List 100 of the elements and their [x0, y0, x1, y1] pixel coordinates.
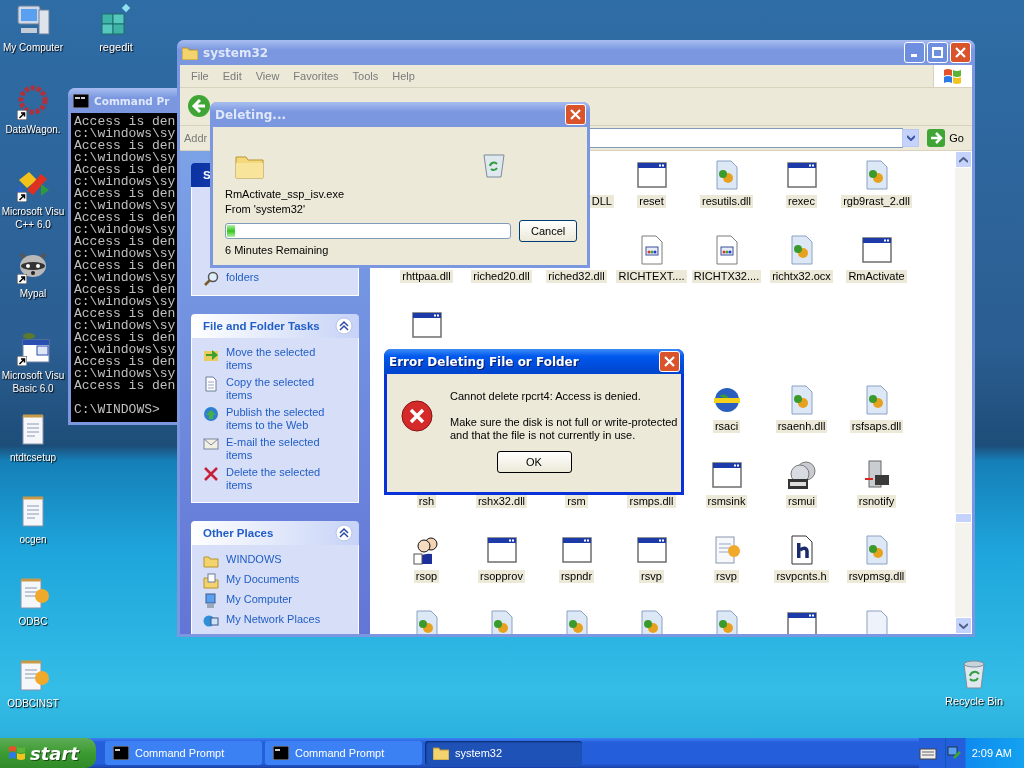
close-button[interactable]	[565, 104, 586, 125]
file-name[interactable]: rsaenh.dll	[775, 420, 828, 433]
console-line: c:\windows\sy	[74, 272, 177, 284]
desktop-icon-label[interactable]: Mypal	[19, 287, 47, 300]
file-name[interactable]: rsmsink	[705, 495, 748, 508]
panel-header[interactable]: Other Places	[191, 521, 359, 545]
desktop-icon-label[interactable]: Microsoft Visu C++ 6.0	[1, 205, 65, 231]
minimize-button[interactable]	[904, 42, 925, 63]
dropdown-button[interactable]	[902, 129, 920, 147]
file-name[interactable]: rshx32.dll	[475, 495, 528, 508]
file-name[interactable]: rsaci	[712, 420, 741, 433]
address-field[interactable]	[588, 128, 904, 148]
menu-item[interactable]: Tools	[345, 67, 386, 85]
back-button[interactable]	[186, 93, 212, 120]
console-line: Access is den	[74, 260, 177, 272]
task-link[interactable]: Move the selected items	[226, 346, 338, 372]
file-name[interactable]: RICHTEXT....	[616, 270, 687, 283]
scroll-down-button[interactable]	[955, 617, 972, 634]
task-link[interactable]: My Network Places	[226, 613, 338, 626]
close-button[interactable]	[950, 42, 971, 63]
task-link[interactable]: E-mail the selected items	[226, 436, 338, 462]
file-name[interactable]: rgb9rast_2.dll	[841, 195, 912, 208]
scroll-thumb[interactable]	[955, 513, 972, 523]
task-link[interactable]: My Computer	[226, 593, 338, 606]
task-link[interactable]: Delete the selected items	[226, 466, 338, 492]
file-name[interactable]: RICHTX32....	[691, 270, 762, 283]
taskbar-button[interactable]: Command Prompt	[105, 741, 262, 765]
file-name[interactable]: rsh	[416, 495, 437, 508]
file-name[interactable]: RmActivate	[846, 270, 907, 283]
menu-item[interactable]: File	[184, 67, 216, 85]
source-folder: From 'system32'	[225, 202, 306, 217]
dialog-title: Error Deleting File or Folder	[389, 354, 579, 369]
window-icon	[635, 534, 668, 566]
file-name[interactable]: rsnotify	[856, 495, 897, 508]
console-line: c:\windows\sy	[74, 296, 177, 308]
file-name[interactable]: rsmui	[786, 495, 817, 508]
console-line: Access is den	[74, 308, 177, 320]
search-icon	[203, 271, 219, 287]
file-name[interactable]: rsvp	[714, 570, 739, 583]
window-icon	[560, 534, 593, 566]
file-name[interactable]: rhttpaa.dll	[400, 270, 453, 283]
panel-title: Other Places	[203, 527, 274, 539]
file-name[interactable]: resutils.dll	[700, 195, 753, 208]
console-line: Access is den	[74, 212, 177, 224]
file-name[interactable]: rsvpcnts.h	[774, 570, 829, 583]
cancel-button[interactable]: Cancel	[519, 220, 577, 242]
file-name[interactable]: rsvp	[639, 570, 664, 583]
file-name[interactable]: rspndr	[558, 570, 595, 583]
window-title: Command Pr	[94, 94, 170, 107]
ok-button[interactable]: OK	[496, 451, 572, 473]
collapse-icon[interactable]	[335, 317, 353, 335]
task-link[interactable]: My Documents	[226, 573, 338, 586]
scrollbar[interactable]	[955, 151, 972, 634]
taskbar-button[interactable]: system32	[425, 741, 582, 765]
task-link[interactable]: Publish the selected items to the Web	[226, 406, 338, 432]
task-link[interactable]: WINDOWS	[226, 553, 338, 566]
file-name[interactable]: rsopprov	[478, 570, 525, 583]
window-icon	[860, 234, 893, 266]
file-name[interactable]: rsm	[565, 495, 588, 508]
console-prompt: C:\WINDOWS>	[74, 404, 161, 416]
console-line: Access is den	[74, 356, 177, 368]
menu-item[interactable]: Help	[385, 67, 422, 85]
desktop-icon-label[interactable]: Microsoft Visu Basic 6.0	[1, 369, 65, 395]
folder-icon	[182, 45, 198, 60]
keyboard-icon[interactable]	[918, 746, 937, 760]
maximize-button[interactable]	[927, 42, 948, 63]
arrow-icon	[927, 129, 946, 147]
desktop-icon-label[interactable]: regedit	[99, 41, 133, 54]
window-icon	[710, 459, 743, 491]
file-name[interactable]: rsmps.dll	[627, 495, 676, 508]
go-button[interactable]: Go	[923, 129, 968, 147]
file-name[interactable]: riched20.dll	[471, 270, 532, 283]
menu-item[interactable]: Favorites	[286, 67, 346, 85]
taskbar-button[interactable]: Command Prompt	[265, 741, 422, 765]
console-line: c:\windows\sy	[74, 128, 177, 140]
file-name[interactable]: richtx32.ocx	[770, 270, 833, 283]
file-name[interactable]: reset	[637, 195, 666, 208]
scroll-up-button[interactable]	[955, 151, 972, 168]
folder-icon	[203, 553, 219, 569]
file-name[interactable]: rsvpmsg.dll	[846, 570, 907, 583]
desktop-icon-label[interactable]: ntdtcsetup	[9, 451, 57, 464]
dialog-title: Deleting...	[215, 107, 286, 122]
task-link[interactable]: folders	[226, 271, 338, 284]
file-name[interactable]: DLL	[589, 195, 614, 208]
start-button[interactable]: start	[0, 738, 96, 768]
desktop-icon-label[interactable]: My Computer	[3, 41, 63, 54]
file-name[interactable]: rsfsaps.dll	[849, 420, 904, 433]
console-line: Access is den	[74, 380, 177, 392]
close-button[interactable]	[659, 351, 680, 372]
task-link[interactable]: Copy the selected items	[226, 376, 338, 402]
menu-item[interactable]: View	[248, 67, 287, 85]
file-name: RmActivate_ssp_isv.exe	[225, 187, 345, 202]
menu-item[interactable]: Edit	[215, 67, 249, 85]
window-title: system32	[203, 45, 269, 60]
file-name[interactable]: rsop	[413, 570, 440, 583]
collapse-icon[interactable]	[335, 524, 353, 542]
panel-header[interactable]: File and Folder Tasks	[191, 314, 359, 338]
file-name[interactable]: rexec	[786, 195, 817, 208]
desktop-icon-label[interactable]: DataWagon.	[5, 123, 61, 136]
file-name[interactable]: riched32.dll	[546, 270, 607, 283]
